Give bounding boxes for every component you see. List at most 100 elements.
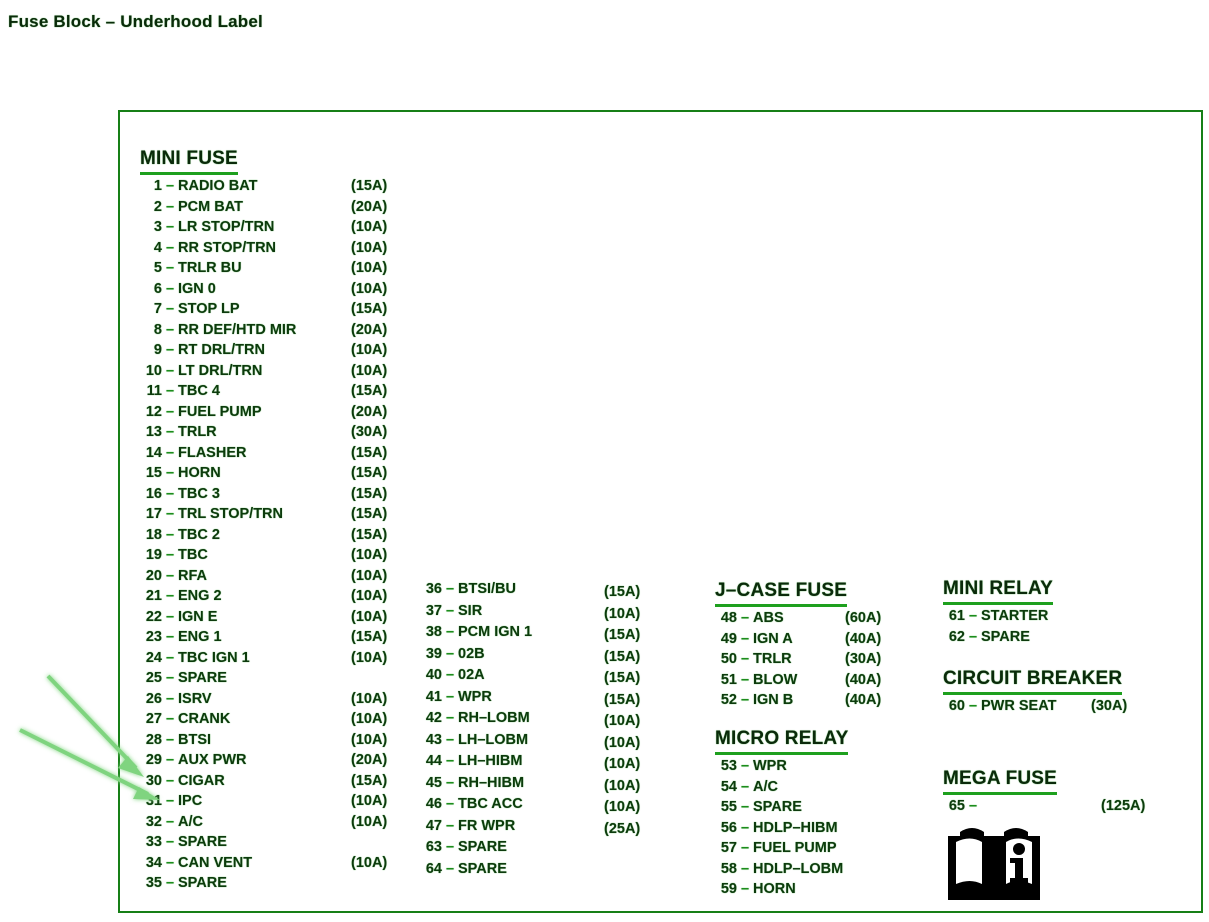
fuse-dash: – bbox=[445, 753, 455, 769]
fuse-label: SIR bbox=[458, 602, 483, 619]
fuse-number: 27 bbox=[145, 711, 162, 727]
fuse-row: 47– FR WPR (25A) bbox=[420, 818, 640, 840]
fuse-row: 15– HORN (15A) bbox=[140, 465, 387, 486]
fuse-dash: – bbox=[165, 731, 175, 748]
fuse-number: 36 bbox=[425, 581, 442, 597]
fuse-row: 42– RH–LOBM (10A) bbox=[420, 710, 640, 732]
fuse-label: TRLR bbox=[753, 651, 792, 667]
fuse-label: RH–HIBM bbox=[458, 774, 525, 791]
fuse-dash: – bbox=[165, 485, 175, 502]
fuse-dash: – bbox=[165, 629, 175, 645]
fuse-dash: – bbox=[968, 628, 978, 645]
fuse-number: 62 bbox=[948, 628, 965, 645]
fuse-row: 65– (125A) bbox=[943, 798, 1145, 819]
fuse-number: 15 bbox=[145, 465, 162, 481]
fuse-number: 14 bbox=[145, 444, 162, 461]
fuse-number: 48 bbox=[720, 610, 737, 626]
fuse-amperage: (10A) bbox=[351, 342, 388, 358]
fuse-number: 43 bbox=[425, 731, 442, 748]
fuse-label: TRLR BU bbox=[178, 260, 242, 276]
fuse-label: CAN VENT bbox=[178, 854, 253, 871]
fuse-label: TBC 4 bbox=[178, 383, 220, 399]
fuse-number: 8 bbox=[153, 321, 162, 338]
fuse-label: RR DEF/HTD MIR bbox=[178, 321, 297, 338]
fuse-amperage: (15A) bbox=[351, 465, 388, 481]
fuse-label: CRANK bbox=[178, 711, 231, 727]
fuse-dash: – bbox=[165, 526, 175, 543]
fuse-amperage: (10A) bbox=[351, 219, 388, 235]
fuse-row: 2– PCM BAT (20A) bbox=[140, 199, 387, 220]
fuse-label: IGN E bbox=[178, 608, 218, 625]
fuse-row: 23– ENG 1 (15A) bbox=[140, 629, 387, 650]
fuse-row: 59– HORN bbox=[715, 881, 848, 902]
fuse-amperage: (15A) bbox=[351, 772, 388, 789]
fuse-dash: – bbox=[740, 671, 750, 688]
fuse-label: HDLP–HIBM bbox=[753, 819, 838, 836]
fuse-label: RT DRL/TRN bbox=[178, 342, 265, 358]
fuse-number: 13 bbox=[145, 424, 162, 440]
fuse-row: 51– BLOW (40A) bbox=[715, 671, 881, 693]
fuse-number: 25 bbox=[145, 670, 162, 686]
fuse-number: 44 bbox=[425, 753, 442, 769]
fuse-dash: – bbox=[165, 854, 175, 871]
fuse-amperage: (15A) bbox=[351, 629, 388, 645]
fuse-amperage: (10A) bbox=[351, 547, 388, 563]
fuse-dash: – bbox=[165, 567, 175, 584]
fuse-number: 30 bbox=[145, 772, 162, 789]
fuse-amperage: (10A) bbox=[351, 711, 388, 727]
fuse-label: SPARE bbox=[178, 875, 227, 891]
fuse-number: 57 bbox=[720, 840, 737, 856]
fuse-label: FLASHER bbox=[178, 444, 247, 461]
fuse-row: 63– SPARE bbox=[420, 839, 532, 861]
fuse-row: 44– LH–HIBM (10A) bbox=[420, 753, 640, 775]
fuse-label: ABS bbox=[753, 610, 784, 626]
fuse-dash: – bbox=[165, 875, 175, 891]
fuse-row: 38– PCM IGN 1 (15A) bbox=[420, 624, 640, 646]
fuse-label: STOP LP bbox=[178, 301, 240, 317]
fuse-dash: – bbox=[165, 608, 175, 625]
fuse-label: BTSI bbox=[178, 731, 212, 748]
fuse-dash: – bbox=[165, 219, 175, 235]
fuse-row: 5– TRLR BU (10A) bbox=[140, 260, 387, 281]
fuse-row: 61– STARTER bbox=[943, 608, 1053, 629]
section-mini-relay: MINI RELAY 61– STARTER 62– SPARE bbox=[943, 578, 1054, 649]
fuse-list-mini-fuse: 1– RADIO BAT (15A) 2– PCM BAT (20A) 3– LR STOP/… bbox=[140, 178, 387, 896]
fuse-label: SPARE bbox=[178, 834, 227, 850]
fuse-row: 33– SPARE bbox=[140, 834, 296, 855]
fuse-amperage: (10A) bbox=[604, 713, 641, 729]
fuse-number: 10 bbox=[145, 362, 162, 379]
fuse-dash: – bbox=[165, 239, 175, 256]
fuse-label: SPARE bbox=[753, 799, 802, 815]
section-mini-fuse-continued: 36– BTSI/BU (15A) 37– SIR (10A) 38– PCM IGN 1 (1… bbox=[420, 578, 640, 883]
fuse-number: 56 bbox=[720, 819, 737, 836]
fuse-dash: – bbox=[165, 834, 175, 850]
fuse-number: 26 bbox=[145, 690, 162, 707]
fuse-dash: – bbox=[165, 506, 175, 522]
fuse-dash: – bbox=[445, 602, 455, 619]
fuse-label: PCM IGN 1 bbox=[458, 624, 533, 640]
fuse-row: 55– SPARE bbox=[715, 799, 848, 820]
fuse-number: 9 bbox=[153, 342, 162, 358]
fuse-dash: – bbox=[445, 839, 455, 855]
fuse-number: 38 bbox=[425, 624, 442, 640]
section-heading-micro-relay: MICRO RELAY bbox=[715, 728, 849, 755]
fuse-dash: – bbox=[165, 280, 175, 297]
relay-list-micro-relay: 53– WPR 54– A/C 55– SPARE 56– HDLP–HIBM 57– FUEL … bbox=[715, 758, 848, 902]
fuse-number: 28 bbox=[145, 731, 162, 748]
fuse-row: 13– TRLR (30A) bbox=[140, 424, 387, 445]
fuse-dash: – bbox=[445, 860, 455, 877]
fuse-row: 40–02A (15A) bbox=[420, 667, 640, 689]
fuse-amperage: (10A) bbox=[604, 777, 641, 794]
fuse-number: 39 bbox=[425, 645, 442, 662]
fuse-amperage: (125A) bbox=[1101, 798, 1146, 814]
fuse-amperage: (25A) bbox=[604, 820, 641, 837]
fuse-label: ENG 1 bbox=[178, 629, 222, 645]
fuse-label: TRL STOP/TRN bbox=[178, 506, 283, 522]
fuse-row: 64– SPARE bbox=[420, 861, 532, 883]
fuse-amperage: (30A) bbox=[845, 651, 882, 667]
fuse-row: 48– ABS (60A) bbox=[715, 610, 881, 631]
fuse-row: 22– IGN E (10A) bbox=[140, 608, 387, 630]
fuse-label: LH–LOBM bbox=[458, 731, 529, 748]
fuse-number: 64 bbox=[425, 860, 442, 877]
fuse-amperage: (15A) bbox=[351, 301, 388, 317]
